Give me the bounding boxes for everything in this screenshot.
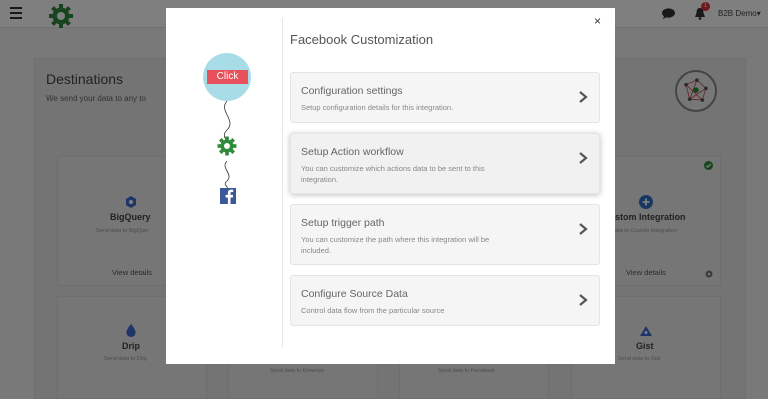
option-title: Setup trigger path — [301, 217, 385, 229]
configuration-settings-option[interactable]: Configuration settings Setup configurati… — [290, 72, 600, 123]
facebook-icon — [220, 188, 236, 204]
setup-trigger-path-option[interactable]: Setup trigger path You can customize the… — [290, 204, 600, 265]
facebook-customization-modal: × Click Facebook Customization Configura… — [166, 8, 615, 364]
option-description: You can customize which actions data to … — [301, 164, 485, 184]
option-title: Configure Source Data — [301, 288, 408, 300]
configure-source-data-option[interactable]: Configure Source Data Control data flow … — [290, 275, 600, 326]
chevron-right-icon — [579, 294, 588, 306]
option-description: Setup configuration details for this int… — [301, 103, 454, 112]
option-title: Configuration settings — [301, 85, 403, 97]
connector-line — [224, 160, 230, 189]
option-description: Control data flow from the particular so… — [301, 306, 445, 315]
option-description: You can customize the path where this in… — [301, 235, 490, 255]
workflow-illustration — [203, 53, 251, 204]
chevron-right-icon — [579, 223, 588, 235]
vertical-divider — [282, 18, 283, 348]
chevron-right-icon — [579, 91, 588, 103]
gear-icon — [217, 136, 237, 156]
chevron-right-icon — [579, 152, 588, 164]
setup-action-workflow-option[interactable]: Setup Action workflow You can customize … — [290, 133, 600, 194]
option-title: Setup Action workflow — [301, 146, 404, 158]
close-button[interactable]: × — [594, 14, 601, 28]
modal-title: Facebook Customization — [290, 32, 434, 47]
click-label: Click — [207, 70, 248, 84]
